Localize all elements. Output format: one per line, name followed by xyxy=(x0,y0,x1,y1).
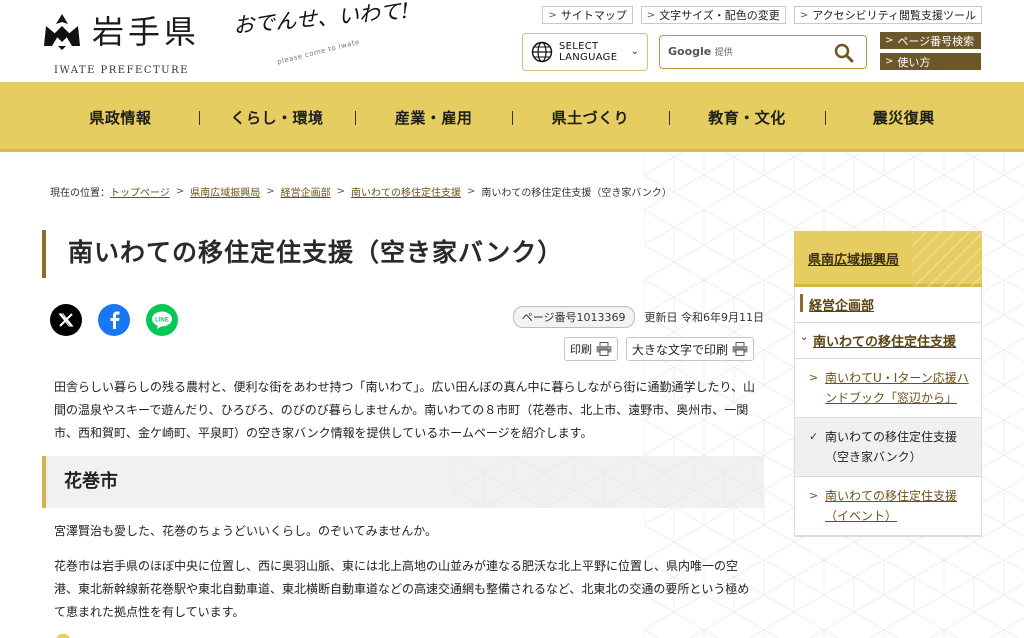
side-nav-item-migration[interactable]: ⌄ 南いわての移住定住支援 xyxy=(795,323,981,359)
breadcrumb-separator: > xyxy=(175,186,185,197)
breadcrumb-separator: > xyxy=(336,186,345,197)
how-to-use-button[interactable]: > 使い方 xyxy=(880,53,981,70)
printer-icon xyxy=(732,342,748,356)
lang-label-line2: LANGUAGE xyxy=(559,52,618,63)
chevron-right-icon: > xyxy=(646,9,656,21)
breadcrumb-link-planning[interactable]: 経営企画部 xyxy=(281,184,331,199)
gnav-item-industry-employment[interactable]: 産業・雇用 xyxy=(355,107,512,128)
site-logo[interactable]: 岩手県 IWATE PREFECTURE xyxy=(42,8,202,78)
printer-icon xyxy=(596,342,612,356)
global-nav: 県政情報 くらし・環境 産業・雇用 県土づくり 教育・文化 震災復興 xyxy=(0,82,1024,152)
page-number-search-button[interactable]: > ページ番号検索 xyxy=(880,32,981,49)
search-suffix: 提供 xyxy=(714,48,733,58)
gnav-item-land-development[interactable]: 県土づくり xyxy=(512,107,669,128)
breadcrumb: 現在の位置： トップページ > 県南広域振興局 > 経営企画部 > 南いわての移… xyxy=(50,184,672,199)
section-heading-text: 花巻市 xyxy=(64,471,118,492)
x-share-icon[interactable] xyxy=(50,304,82,336)
chevron-right-icon: > xyxy=(885,56,894,67)
print-buttons: 印刷 大きな文字で印刷 xyxy=(563,337,754,361)
logo-text: 岩手県 xyxy=(92,13,201,51)
site-search-input[interactable]: Google 提供 xyxy=(659,35,867,69)
page-number-badge: ページ番号1013369 xyxy=(512,306,635,328)
page-meta: ページ番号1013369 更新日 令和6年9月11日 xyxy=(512,306,765,328)
gnav-item-life-environment[interactable]: くらし・環境 xyxy=(198,107,356,128)
chevron-right-icon: > xyxy=(809,371,819,384)
slogan-text: おでんせ、いわて! xyxy=(232,0,411,38)
next-heading-marker xyxy=(56,634,70,638)
side-nav-subitem-handbook[interactable]: > 南いわてU・Iターン応援ハンドブック「窓辺から」 xyxy=(795,359,981,418)
lang-label-line1: SELECT xyxy=(559,41,599,52)
site-header: 岩手県 IWATE PREFECTURE おでんせ、いわて! please co… xyxy=(0,0,1024,82)
heading-pattern xyxy=(454,456,764,508)
chevron-right-icon: > xyxy=(799,9,809,21)
globe-icon xyxy=(531,41,553,63)
page-tools: > ページ番号検索 > 使い方 xyxy=(880,32,981,70)
gnav-item-disaster-recovery[interactable]: 震災復興 xyxy=(825,107,982,128)
main-content: 南いわての移住定住支援（空き家バンク） LINE ページ番号1013369 更新… xyxy=(42,230,764,638)
print-large-text-button[interactable]: 大きな文字で印刷 xyxy=(625,337,754,361)
side-nav-heading[interactable]: 県南広域振興局 xyxy=(794,231,982,287)
share-buttons: LINE xyxy=(50,304,178,336)
intro-paragraph: 田舎らしい暮らしの残る農村と、便利な街をあわせ持つ「南いわて」。広い田んぼの真ん… xyxy=(54,380,756,440)
side-nav-item-planning[interactable]: 経営企画部 xyxy=(795,287,981,323)
breadcrumb-current: 南いわての移住定住支援（空き家バンク） xyxy=(481,188,672,199)
hanamaki-description: 花巻市は岩手県のほぼ中央に位置し、西に奥羽山脈、東には北上高地の山並みが連なる肥… xyxy=(54,559,750,619)
page-title: 南いわての移住定住支援（空き家バンク） xyxy=(42,230,764,278)
breadcrumb-separator: > xyxy=(266,186,275,197)
breadcrumb-link-kennan[interactable]: 県南広域振興局 xyxy=(190,184,260,199)
logo-english: IWATE PREFECTURE xyxy=(54,65,189,76)
print-button[interactable]: 印刷 xyxy=(563,337,618,361)
svg-text:LINE: LINE xyxy=(155,318,169,324)
side-nav-list: 経営企画部 ⌄ 南いわての移住定住支援 > 南いわてU・Iターン応援ハンドブック… xyxy=(794,287,982,537)
facebook-share-icon[interactable] xyxy=(98,304,130,336)
side-nav-subitem-akiya-bank[interactable]: ✓ 南いわての移住定住支援（空き家バンク） xyxy=(795,418,981,477)
gnav-item-prefectural-info[interactable]: 県政情報 xyxy=(42,107,199,128)
select-language-button[interactable]: SELECT LANGUAGE ⌄ xyxy=(522,33,648,71)
chevron-down-icon: ⌄ xyxy=(630,46,639,57)
hanamaki-lead: 宮澤賢治も愛した、花巻のちょうどいいくらし。のぞいてみませんか。 xyxy=(54,524,438,538)
updated-date: 更新日 令和6年9月11日 xyxy=(644,311,765,324)
prefecture-emblem-icon xyxy=(44,14,80,50)
chevron-right-icon: > xyxy=(885,35,894,46)
utility-links: > サイトマップ > 文字サイズ・配色の変更 > アクセシビリティ閲覧支援ツール xyxy=(542,6,982,24)
breadcrumb-separator: > xyxy=(466,186,476,197)
breadcrumb-link-top[interactable]: トップページ xyxy=(110,184,170,199)
chevron-right-icon: > xyxy=(548,9,557,21)
slogan-subtext: please come to iwate xyxy=(276,37,361,67)
side-nav-subitem-events[interactable]: > 南いわての移住定住支援（イベント） xyxy=(795,477,981,536)
sitemap-link[interactable]: > サイトマップ xyxy=(542,6,633,24)
accessibility-tool-link[interactable]: > アクセシビリティ閲覧支援ツール xyxy=(793,6,982,24)
check-icon: ✓ xyxy=(809,430,819,443)
chevron-right-icon: > xyxy=(809,489,819,502)
search-icon[interactable] xyxy=(834,43,854,63)
chevron-down-icon: ⌄ xyxy=(800,332,809,343)
line-share-icon[interactable]: LINE xyxy=(146,304,178,336)
search-brand: Google xyxy=(668,45,712,58)
text-size-color-link[interactable]: > 文字サイズ・配色の変更 xyxy=(640,6,786,24)
section-heading-hanamaki: 花巻市 xyxy=(42,456,764,508)
breadcrumb-label: 現在の位置： xyxy=(50,188,110,199)
breadcrumb-link-migration[interactable]: 南いわての移住定住支援 xyxy=(351,184,461,199)
slogan: おでんせ、いわて! please come to iwate xyxy=(232,0,422,68)
side-nav: 県南広域振興局 経営企画部 ⌄ 南いわての移住定住支援 > 南いわてU・Iターン… xyxy=(794,231,982,537)
gnav-item-education-culture[interactable]: 教育・文化 xyxy=(668,107,826,128)
